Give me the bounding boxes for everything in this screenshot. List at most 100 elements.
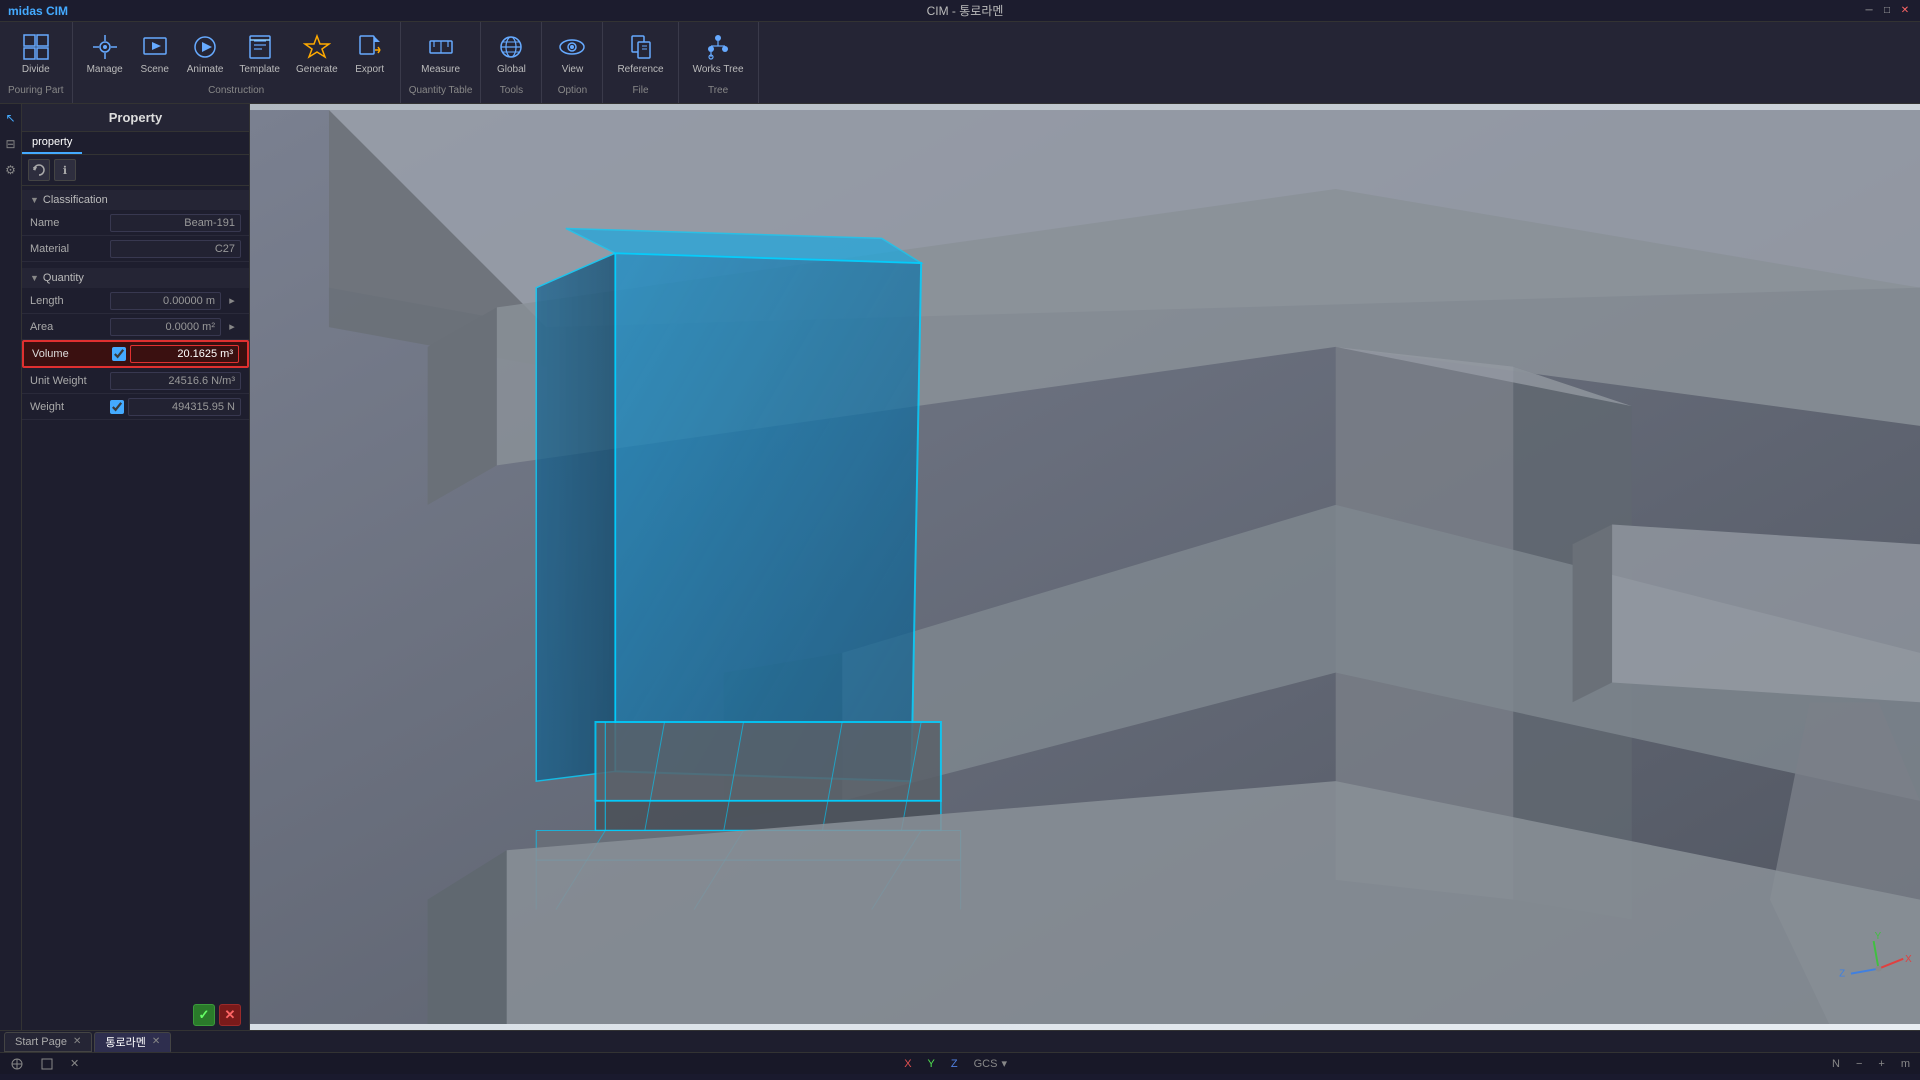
cancel-button[interactable]: ✕ <box>219 1004 241 1026</box>
toolbar-btn-global[interactable]: Global <box>489 29 533 79</box>
pouring-part-label: Pouring Part <box>8 85 64 96</box>
status-left: ✕ <box>10 1057 79 1071</box>
volume-value: 20.1625 m³ <box>130 345 239 363</box>
length-value: 0.00000 m <box>110 292 221 310</box>
property-tab-bar: property <box>22 132 249 155</box>
tab-main-close[interactable]: ✕ <box>152 1036 160 1047</box>
measure-label: Measure <box>421 64 460 75</box>
toolbar-btn-divide[interactable]: Divide <box>14 29 58 79</box>
unit-weight-value: 24516.6 N/m³ <box>110 372 241 390</box>
toolbar-group-file: Reference File <box>603 22 678 103</box>
prop-toolbar-info[interactable]: ℹ <box>54 159 76 181</box>
scene-icon <box>141 33 169 61</box>
status-bar: ✕ X Y Z GCS ▾ N − + m <box>0 1052 1920 1074</box>
tab-start-close[interactable]: ✕ <box>73 1036 81 1047</box>
status-z: Z <box>951 1057 958 1070</box>
tab-main[interactable]: 통로라멘 ✕ <box>94 1032 171 1052</box>
viewport[interactable]: X Y Z <box>250 104 1920 1030</box>
side-icons: ↖ ⊟ ⚙ <box>0 104 22 1030</box>
file-label: File <box>632 85 648 96</box>
classification-section-header[interactable]: ▼ Classification <box>22 190 249 210</box>
minimize-button[interactable]: ─ <box>1862 4 1876 18</box>
global-icon <box>497 33 525 61</box>
window-title: CIM - 통로라멘 <box>927 2 1004 19</box>
quantity-section-header[interactable]: ▼ Quantity <box>22 268 249 288</box>
property-tab-property[interactable]: property <box>22 132 82 154</box>
property-content: ▼ Classification Name Beam-191 Material … <box>22 186 249 1000</box>
toolbar-group-tools: Global Tools <box>481 22 542 103</box>
toolbar-btn-export[interactable]: Export <box>348 29 392 79</box>
status-edit-icon <box>40 1057 54 1071</box>
manage-icon <box>91 33 119 61</box>
status-zoom-plus[interactable]: + <box>1878 1058 1884 1070</box>
generate-icon <box>303 33 331 61</box>
gcs-label: GCS <box>974 1058 998 1070</box>
z-label: Z <box>951 1058 958 1070</box>
measure-icon <box>427 33 455 61</box>
restore-button[interactable]: □ <box>1880 4 1894 18</box>
divide-icon <box>22 33 50 61</box>
generate-label: Generate <box>296 64 338 75</box>
tab-start-page[interactable]: Start Page ✕ <box>4 1032 92 1052</box>
gcs-dropdown[interactable]: ▾ <box>1001 1057 1007 1070</box>
quantity-table-label: Quantity Table <box>409 85 473 96</box>
status-zoom-minus[interactable]: − <box>1856 1058 1862 1070</box>
toolbar-group-construction: Manage Scene Animate <box>73 22 401 103</box>
app-icon: midas CIM <box>8 4 68 18</box>
material-value: C27 <box>110 240 241 258</box>
svg-text:Y: Y <box>1875 931 1882 942</box>
toolbar-btn-view[interactable]: View <box>550 29 594 79</box>
volume-checkbox[interactable] <box>112 347 126 361</box>
classification-label: Classification <box>43 194 108 206</box>
weight-checkbox[interactable] <box>110 400 124 414</box>
prop-toolbar-refresh[interactable] <box>28 159 50 181</box>
manage-label: Manage <box>87 64 123 75</box>
classification-chevron: ▼ <box>30 195 39 205</box>
close-button[interactable]: ✕ <box>1898 4 1912 18</box>
side-icon-settings[interactable]: ⚙ <box>1 160 21 180</box>
status-unit: m <box>1901 1058 1910 1070</box>
confirm-button[interactable]: ✓ <box>193 1004 215 1026</box>
viewport-svg: X Y Z <box>250 104 1920 1030</box>
property-toolbar: ℹ <box>22 155 249 186</box>
status-coords: X Y Z GCS ▾ <box>904 1057 1007 1070</box>
toolbar-btn-measure[interactable]: Measure <box>415 29 466 79</box>
toolbar-group-tree: Works Tree Tree <box>679 22 759 103</box>
global-label: Global <box>497 64 526 75</box>
prop-row-weight: Weight 494315.95 N <box>22 394 249 420</box>
length-expand-btn[interactable]: ▸ <box>223 292 241 310</box>
toolbar-btn-scene[interactable]: Scene <box>133 29 177 79</box>
view-icon <box>558 33 586 61</box>
reference-label: Reference <box>617 64 663 75</box>
toolbar-btn-manage[interactable]: Manage <box>81 29 129 79</box>
svg-text:Z: Z <box>1839 969 1845 980</box>
side-icon-cursor[interactable]: ↖ <box>1 108 21 128</box>
svg-text:X: X <box>1905 954 1912 965</box>
area-expand-btn[interactable]: ▸ <box>223 318 241 336</box>
template-icon <box>246 33 274 61</box>
unit-weight-label: Unit Weight <box>30 375 110 387</box>
toolbar-group-option: View Option <box>542 22 603 103</box>
property-header: Property <box>22 104 249 132</box>
toolbar-btn-works-tree[interactable]: Works Tree <box>687 29 750 79</box>
action-buttons: ✓ ✕ <box>22 1000 249 1030</box>
toolbar-btn-animate[interactable]: Animate <box>181 29 230 79</box>
title-bar: midas CIM CIM - 통로라멘 ─ □ ✕ <box>0 0 1920 22</box>
y-label: Y <box>928 1058 935 1070</box>
app-title-group: midas CIM <box>8 4 68 18</box>
toolbar-btn-reference[interactable]: Reference <box>611 29 669 79</box>
toolbar-btn-template[interactable]: Template <box>233 29 286 79</box>
option-label: Option <box>558 85 587 96</box>
name-value: Beam-191 <box>110 214 241 232</box>
prop-row-volume: Volume 20.1625 m³ <box>22 340 249 368</box>
toolbar-btn-generate[interactable]: Generate <box>290 29 344 79</box>
window-controls: ─ □ ✕ <box>1862 4 1912 18</box>
status-gcs: GCS ▾ <box>974 1057 1007 1070</box>
length-label: Length <box>30 295 110 307</box>
area-label: Area <box>30 321 110 333</box>
main-layout: ↖ ⊟ ⚙ Property property ℹ ▼ <box>0 104 1920 1030</box>
tab-start-label: Start Page <box>15 1036 67 1048</box>
works-tree-icon <box>704 33 732 61</box>
side-icon-property[interactable]: ⊟ <box>1 134 21 154</box>
divide-label: Divide <box>22 64 50 75</box>
